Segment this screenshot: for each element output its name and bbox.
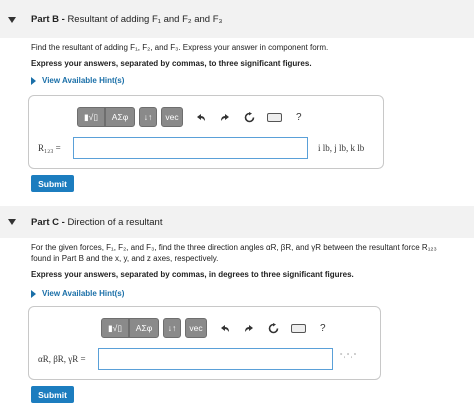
part-c-submit-button[interactable]: Submit xyxy=(31,386,74,403)
undo-icon[interactable] xyxy=(219,324,231,333)
part-c-answer-label: αR, βR, γR = xyxy=(38,354,86,364)
hint-label: View Available Hint(s) xyxy=(42,289,125,298)
redo-icon[interactable] xyxy=(243,324,255,333)
part-c-header[interactable]: Part C - Direction of a resultant xyxy=(0,206,474,238)
part-b-title: Part B - Resultant of adding F₁ and F₂ a… xyxy=(31,13,223,25)
caret-right-icon xyxy=(31,289,36,298)
part-b-toolbar: ▮√▯ ΑΣφ ↓↑ vec ? xyxy=(77,107,302,127)
help-button[interactable]: ? xyxy=(296,112,302,123)
collapse-triangle-icon[interactable] xyxy=(8,219,16,225)
collapse-triangle-icon[interactable] xyxy=(8,17,16,23)
part-b-answer-input[interactable] xyxy=(73,137,308,159)
redo-icon[interactable] xyxy=(219,113,231,122)
part-c-prompt-line1: For the given forces, F₁, F₂, and F₃, fi… xyxy=(31,243,437,252)
part-c-units: ° , ° , ° xyxy=(340,353,357,359)
arrows-button[interactable]: ↓↑ xyxy=(139,107,157,127)
part-b-answer-label: R₁₂₃ = xyxy=(38,143,61,153)
greek-symbols-button[interactable]: ΑΣφ xyxy=(105,107,135,127)
part-c-instruction: Express your answers, separated by comma… xyxy=(31,270,354,279)
templates-button[interactable]: ▮√▯ xyxy=(77,107,105,127)
reset-icon[interactable] xyxy=(243,111,255,123)
part-b-instruction: Express your answers, separated by comma… xyxy=(31,59,312,68)
template-group: ▮√▯ ΑΣφ xyxy=(101,318,159,338)
part-b-prompt: Find the resultant of adding F₁, F₂, and… xyxy=(31,43,329,52)
part-b-hint-link[interactable]: View Available Hint(s) xyxy=(31,76,124,85)
keyboard-icon[interactable] xyxy=(267,112,282,122)
part-b-submit-button[interactable]: Submit xyxy=(31,175,74,192)
part-c-title: Part C - Direction of a resultant xyxy=(31,216,163,228)
part-c-toolbar: ▮√▯ ΑΣφ ↓↑ vec ? xyxy=(101,318,326,338)
undo-icon[interactable] xyxy=(195,113,207,122)
hint-label: View Available Hint(s) xyxy=(42,76,125,85)
help-button[interactable]: ? xyxy=(320,323,326,334)
keyboard-icon[interactable] xyxy=(291,323,306,333)
caret-right-icon xyxy=(31,76,36,85)
template-group: ▮√▯ ΑΣφ xyxy=(77,107,135,127)
reset-icon[interactable] xyxy=(267,322,279,334)
part-c-prompt-line2: found in Part B and the x, y, and z axes… xyxy=(31,254,219,263)
part-b-units: i lb, j lb, k lb xyxy=(318,143,365,153)
templates-button[interactable]: ▮√▯ xyxy=(101,318,129,338)
arrows-button[interactable]: ↓↑ xyxy=(163,318,181,338)
part-c-answer-input[interactable] xyxy=(98,348,333,370)
part-c-hint-link[interactable]: View Available Hint(s) xyxy=(31,289,124,298)
greek-symbols-button[interactable]: ΑΣφ xyxy=(129,318,159,338)
part-b-header[interactable]: Part B - Resultant of adding F₁ and F₂ a… xyxy=(0,0,474,38)
vec-button[interactable]: vec xyxy=(185,318,207,338)
vec-button[interactable]: vec xyxy=(161,107,183,127)
